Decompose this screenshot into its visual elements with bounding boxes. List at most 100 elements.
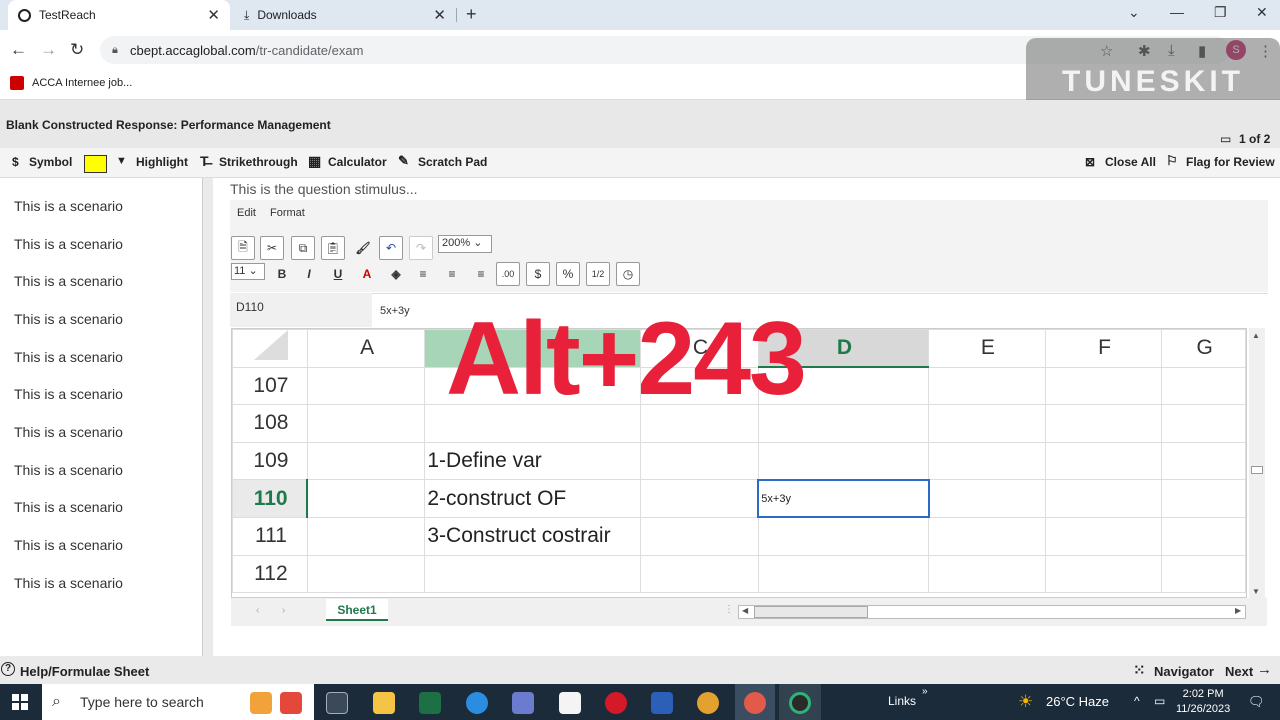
currency-icon[interactable]: $ xyxy=(526,262,550,286)
file-explorer-icon[interactable] xyxy=(373,692,395,714)
cell[interactable] xyxy=(928,479,1046,518)
scenario-item[interactable]: This is a scenario xyxy=(14,236,123,252)
scroll-down-icon[interactable]: ▼ xyxy=(1252,587,1260,596)
bookmark-acca[interactable]: ACCA Internee job... xyxy=(32,77,132,89)
cell[interactable]: 3-Construct costrair xyxy=(424,516,642,556)
sheet-prev-icon[interactable]: ‹ xyxy=(256,605,259,616)
restore-icon[interactable]: ❐ xyxy=(1214,4,1227,21)
cell[interactable] xyxy=(1161,441,1246,481)
word-icon[interactable] xyxy=(651,692,673,714)
menu-format[interactable]: Format xyxy=(270,207,305,219)
cell[interactable] xyxy=(640,554,759,594)
splitter-dots-icon[interactable]: ⋮ xyxy=(724,604,734,615)
excel-icon[interactable] xyxy=(419,692,441,714)
cell[interactable] xyxy=(306,554,426,594)
column-header-g[interactable]: G xyxy=(1161,329,1246,368)
font-size-select[interactable]: 11 ⌄ xyxy=(231,263,265,280)
chrome-icon[interactable] xyxy=(697,692,719,714)
row-header[interactable]: 108 xyxy=(232,404,308,443)
calculator-button[interactable]: Calculator xyxy=(328,155,387,169)
cell[interactable] xyxy=(1044,554,1163,594)
cell[interactable] xyxy=(928,441,1046,481)
italic-button[interactable]: I xyxy=(298,263,320,285)
scenario-item[interactable]: This is a scenario xyxy=(14,273,123,289)
cell[interactable] xyxy=(1044,366,1163,406)
scenario-item[interactable]: This is a scenario xyxy=(14,386,123,402)
window-close-icon[interactable]: ✕ xyxy=(1256,4,1268,21)
back-icon[interactable]: ← xyxy=(10,40,27,60)
task-view-icon[interactable] xyxy=(326,692,348,714)
help-formulae-button[interactable]: Help/Formulae Sheet xyxy=(20,664,149,679)
cell[interactable] xyxy=(1044,516,1163,556)
close-all-button[interactable]: Close All xyxy=(1105,155,1156,169)
new-tab-icon[interactable]: + xyxy=(466,4,477,25)
gift-app-icon[interactable] xyxy=(280,692,302,714)
bold-button[interactable]: B xyxy=(271,263,293,285)
cell[interactable] xyxy=(1044,479,1163,518)
percent-button[interactable]: % xyxy=(556,262,580,286)
cell[interactable] xyxy=(640,516,759,556)
font-color-button[interactable]: A xyxy=(356,263,378,285)
cell[interactable] xyxy=(1161,516,1246,556)
copy-icon[interactable]: ⧉ xyxy=(291,236,315,260)
sheet-next-icon[interactable]: › xyxy=(282,605,285,616)
highlight-button[interactable]: Highlight xyxy=(136,155,188,169)
align-center-icon[interactable]: ≡ xyxy=(441,263,463,285)
formula-input[interactable]: 5x+3y xyxy=(380,305,410,317)
row-header[interactable]: 112 xyxy=(232,554,308,594)
cell[interactable] xyxy=(757,441,930,481)
notification-icon[interactable]: 🗨︎ xyxy=(1248,694,1265,710)
row-header[interactable]: 109 xyxy=(232,441,308,481)
links-toolbar[interactable]: Links xyxy=(888,694,916,708)
taskbar-clock[interactable]: 2:02 PM 11/26/2023 xyxy=(1176,687,1230,717)
align-left-icon[interactable]: ≡ xyxy=(412,263,434,285)
horizontal-scroll-thumb[interactable] xyxy=(754,606,868,618)
cut-icon[interactable]: ✂︎ xyxy=(260,236,284,260)
column-header-f[interactable]: F xyxy=(1044,329,1163,368)
undo-icon[interactable]: ↶ xyxy=(379,236,403,260)
cell[interactable] xyxy=(928,554,1046,594)
scroll-right-icon[interactable]: ▶ xyxy=(1235,606,1241,615)
forward-icon[interactable]: → xyxy=(40,40,57,60)
reload-icon[interactable]: ↻ xyxy=(70,40,84,60)
dropdown-arrow-icon[interactable]: ▼ xyxy=(116,155,127,167)
clock-icon[interactable]: ◷ xyxy=(616,262,640,286)
minimize-icon[interactable]: — xyxy=(1170,4,1184,20)
tab-testreach[interactable]: TestReach ✕ xyxy=(8,0,230,30)
decimals-button[interactable]: .00 xyxy=(496,262,520,286)
row-header-active[interactable]: 110 xyxy=(232,479,309,518)
cell[interactable] xyxy=(306,366,426,406)
chevron-right-icon[interactable]: » xyxy=(922,686,928,697)
tray-chevron-up-icon[interactable]: ^ xyxy=(1134,694,1140,708)
menu-edit[interactable]: Edit xyxy=(237,207,256,219)
navigator-button[interactable]: Navigator xyxy=(1154,664,1214,679)
cell[interactable] xyxy=(640,479,759,518)
column-header-e[interactable]: E xyxy=(928,329,1046,368)
cell[interactable] xyxy=(757,516,930,556)
scratch-pad-button[interactable]: Scratch Pad xyxy=(418,155,487,169)
highlight-color-swatch[interactable] xyxy=(84,155,107,173)
symbol-button[interactable]: Symbol xyxy=(29,155,72,169)
cell[interactable] xyxy=(306,441,426,481)
alarm-clock-app-icon[interactable] xyxy=(250,692,272,714)
flag-for-review-button[interactable]: Flag for Review xyxy=(1186,155,1275,169)
url-text[interactable]: cbept.accaglobal.com/tr-candidate/exam xyxy=(130,43,363,58)
scenario-item[interactable]: This is a scenario xyxy=(14,198,123,214)
cell[interactable] xyxy=(1044,404,1163,443)
cell[interactable] xyxy=(1161,479,1246,518)
next-button[interactable]: Next xyxy=(1225,664,1253,679)
opera-icon[interactable] xyxy=(605,692,627,714)
store-icon[interactable] xyxy=(512,692,534,714)
fraction-button[interactable]: 1/2 xyxy=(586,262,610,286)
scroll-left-icon[interactable]: ◀ xyxy=(742,606,748,615)
paste-icon[interactable]: 📋︎ xyxy=(321,236,345,260)
document-icon[interactable] xyxy=(559,692,581,714)
underline-button[interactable]: U xyxy=(327,263,349,285)
align-right-icon[interactable]: ≡ xyxy=(470,263,492,285)
cell[interactable] xyxy=(306,404,426,443)
cell[interactable]: 2-construct OF xyxy=(424,479,642,518)
cell[interactable] xyxy=(757,554,930,594)
cell[interactable] xyxy=(424,554,642,594)
new-doc-icon[interactable]: 🗎︎ xyxy=(231,236,255,260)
column-header-a[interactable]: A xyxy=(306,329,426,368)
